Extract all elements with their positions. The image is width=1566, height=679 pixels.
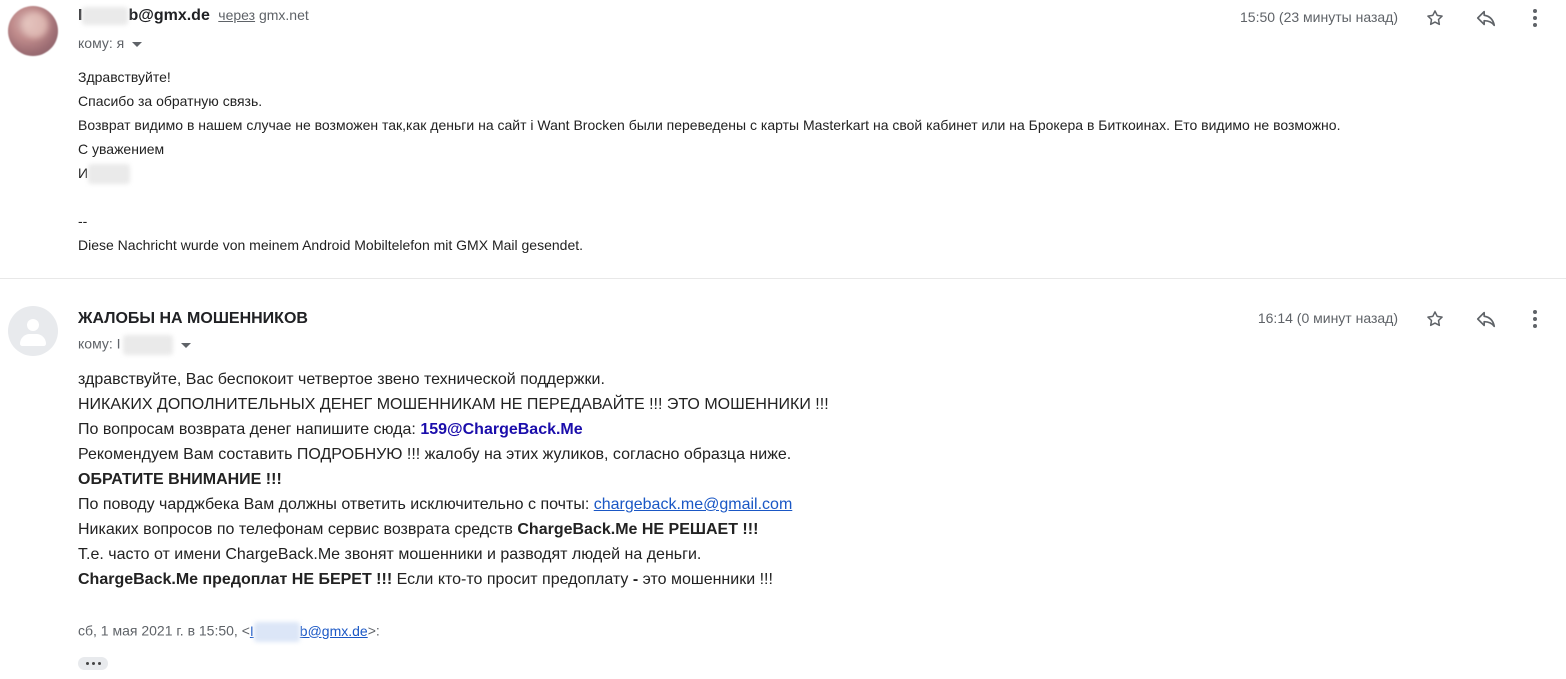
body-line-6: По поводу чарджбека Вам должны ответить … — [78, 496, 793, 513]
star-icon[interactable] — [1423, 307, 1447, 331]
body-line-8: Т.е. часто от имени ChargeBack.Me звонят… — [78, 546, 702, 563]
recipient-line-2[interactable]: кому: I — [78, 335, 191, 355]
signature: И — [78, 161, 1340, 185]
more-vert-icon[interactable] — [1523, 307, 1547, 331]
message-2-body: здравствуйте, Вас беспокоит четвертое зв… — [78, 367, 829, 592]
message-1: Ib@gmx.de через gmx.net кому: я 15:50 (2… — [0, 0, 1566, 279]
support-email[interactable]: 159@ChargeBack.Me — [420, 421, 582, 438]
recipient-label-2: кому: I — [78, 335, 121, 352]
body-line-2: НИКАКИХ ДОПОЛНИТЕЛЬНЫХ ДЕНЕГ МОШЕННИКАМ … — [78, 396, 829, 413]
more-vert-icon[interactable] — [1523, 6, 1547, 30]
via-label[interactable]: через — [218, 7, 255, 23]
redacted-recipient — [122, 335, 173, 355]
body-line-3: По вопросам возврата денег напишите сюда… — [78, 421, 583, 438]
body-line-9: ChargeBack.Me предоплат НЕ БЕРЕТ !!! Есл… — [78, 571, 773, 588]
recipient-line[interactable]: кому: я — [78, 35, 143, 51]
greeting: Здравствуйте! — [78, 69, 171, 85]
caret-down-icon[interactable] — [132, 41, 143, 47]
show-trimmed-content-icon[interactable] — [78, 657, 108, 670]
main-text: Возврат видимо в нашем случае не возможе… — [78, 117, 1341, 133]
reply-icon[interactable] — [1474, 307, 1498, 331]
body-line-5: ОБРАТИТЕ ВНИМАНИЕ !!! — [78, 471, 282, 488]
sender-email-suffix[interactable]: b@gmx.de — [128, 7, 209, 24]
thanks-line: Спасибо за обратную связь. — [78, 93, 263, 109]
mobile-footer: Diese Nachricht wurde von meinem Android… — [78, 237, 584, 253]
regards: С уважением — [78, 141, 165, 157]
message-time-2: 16:14 (0 минут назад) — [1257, 310, 1398, 326]
quoted-header: сб, 1 мая 2021 г. в 15:50, <I b@gmx.de>: — [78, 622, 380, 642]
redacted-signature — [88, 164, 131, 185]
star-icon[interactable] — [1423, 6, 1447, 30]
signature-separator: -- — [78, 213, 88, 229]
avatar-icon[interactable] — [8, 306, 58, 356]
signature-initial: И — [78, 165, 89, 181]
sender-name[interactable]: ЖАЛОБЫ НА МОШЕННИКОВ — [78, 310, 308, 328]
quoted-sender-email[interactable]: Ib@gmx.de — [250, 622, 368, 642]
chargeback-email-link[interactable]: chargeback.me@gmail.com — [594, 496, 793, 513]
recipient-label: кому: я — [78, 35, 125, 51]
body-line-4: Рекомендуем Вам составить ПОДРОБНУЮ !!! … — [78, 446, 792, 463]
sender-avatar[interactable] — [8, 6, 58, 56]
caret-down-icon[interactable] — [180, 342, 191, 348]
reply-icon[interactable] — [1474, 6, 1498, 30]
redacted-name — [82, 7, 129, 25]
body-line-1: здравствуйте, Вас беспокоит четвертое зв… — [78, 371, 605, 388]
sender-line: Ib@gmx.de через gmx.net — [78, 7, 309, 25]
body-line-7: Никаких вопросов по телефонам сервис воз… — [78, 521, 759, 538]
redacted-email — [253, 622, 300, 642]
via-domain: gmx.net — [258, 7, 309, 24]
message-time: 15:50 (23 минуты назад) — [1240, 9, 1398, 25]
message-1-body: Здравствуйте! Спасибо за обратную связь.… — [78, 65, 1340, 257]
